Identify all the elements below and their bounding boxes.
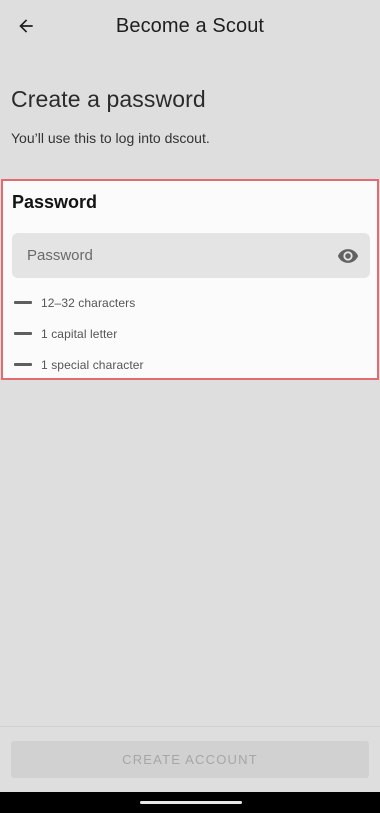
rule-item: 1 special character: [14, 349, 144, 380]
rule-item: 1 capital letter: [14, 318, 144, 349]
password-field: [12, 233, 370, 278]
home-indicator[interactable]: [140, 801, 242, 804]
app-title: Become a Scout: [115, 14, 265, 37]
rule-text: 12–32 characters: [41, 295, 136, 310]
app-bar: Become a Scout: [0, 0, 380, 52]
system-nav-bar: [0, 792, 380, 813]
password-card: Password 12–32 characters 1 capital lett…: [1, 179, 379, 380]
rule-item: 12–32 characters: [14, 287, 144, 318]
dash-icon: [14, 301, 32, 304]
password-rules: 12–32 characters 1 capital letter 1 spec…: [14, 287, 144, 380]
page-subheading: You’ll use this to log into dscout.: [11, 130, 210, 146]
create-account-button[interactable]: CREATE ACCOUNT: [11, 741, 369, 778]
toggle-visibility-button[interactable]: [328, 236, 368, 276]
dash-icon: [14, 332, 32, 335]
rule-text: 1 capital letter: [41, 326, 118, 341]
eye-icon: [337, 248, 359, 263]
password-label: Password: [12, 192, 98, 212]
bottom-bar: CREATE ACCOUNT: [0, 726, 380, 792]
arrow-left-icon: [19, 19, 33, 33]
password-input[interactable]: [12, 233, 328, 278]
rule-text: 1 special character: [41, 357, 144, 372]
dash-icon: [14, 363, 32, 366]
page-heading: Create a password: [11, 86, 206, 112]
back-button[interactable]: [8, 8, 44, 44]
